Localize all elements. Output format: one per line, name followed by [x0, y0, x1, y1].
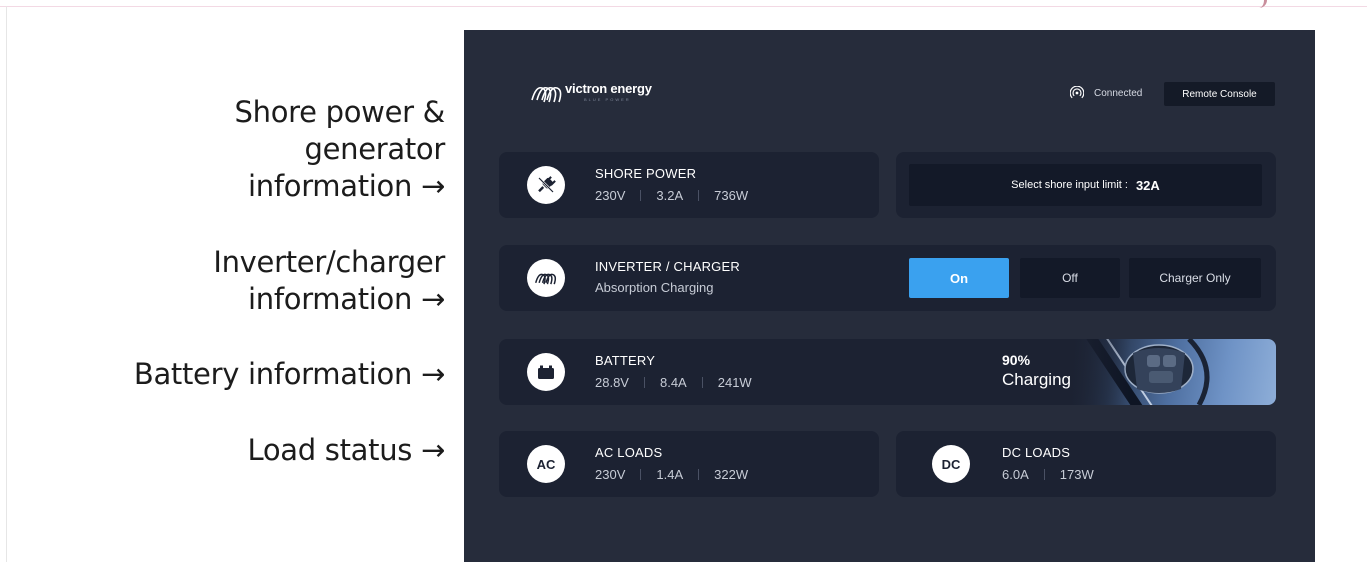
battery-title: BATTERY — [595, 353, 656, 368]
connection-label: Connected — [1094, 87, 1143, 99]
ac-power: 322W — [714, 467, 749, 482]
battery-icon — [527, 353, 565, 391]
page-left-border — [6, 6, 7, 562]
dc-current: 6.0A — [1002, 467, 1029, 482]
divider — [698, 469, 700, 480]
ac-loads-card[interactable]: AC AC LOADS 230V 1.4A 322W — [499, 431, 879, 497]
shore-power-card[interactable]: SHORE POWER 230V 3.2A 736W — [499, 152, 879, 218]
divider — [640, 469, 642, 480]
ac-loads-readings: 230V 1.4A 322W — [595, 467, 748, 482]
remote-console-button[interactable]: Remote Console — [1164, 82, 1275, 106]
dc-loads-title: DC LOADS — [1002, 445, 1071, 460]
annotation-inverter: Inverter/charger information → — [213, 244, 445, 318]
mode-on-button[interactable]: On — [909, 258, 1009, 298]
inverter-title: INVERTER / CHARGER — [595, 259, 740, 274]
divider — [643, 377, 645, 388]
divider — [701, 377, 703, 388]
shore-voltage: 230V — [595, 188, 626, 203]
ac-icon-label: AC — [536, 456, 556, 472]
divider — [640, 190, 642, 201]
shore-power-title: SHORE POWER — [595, 166, 697, 181]
ac-icon: AC — [527, 445, 565, 483]
connection-status: Connected — [1070, 86, 1142, 100]
annotation-load-status: Load status → — [247, 432, 445, 469]
signal-icon — [1070, 86, 1084, 99]
battery-current: 8.4A — [659, 375, 687, 390]
annotation-line: Battery information → — [133, 357, 445, 391]
dc-loads-readings: 6.0A 173W — [1002, 467, 1094, 482]
logo-text: victron energy — [565, 81, 652, 96]
dashboard-panel: victron energy BLUE POWER Connected Remo… — [464, 30, 1315, 562]
shore-input-limit-selector[interactable]: Select shore input limit : 32A — [909, 164, 1262, 206]
dc-icon-label: DC — [941, 456, 961, 472]
shore-power-readings: 230V 3.2A 736W — [595, 188, 748, 203]
page-top-border — [0, 6, 1367, 7]
annotation-line: information → — [248, 169, 445, 203]
dc-icon: DC — [932, 445, 970, 483]
battery-power: 241W — [717, 375, 752, 390]
annotation-line: information → — [248, 282, 445, 316]
victron-mark-icon — [527, 259, 565, 297]
inverter-state: Absorption Charging — [595, 280, 714, 295]
victron-logo-icon — [531, 86, 562, 103]
ac-voltage: 230V — [595, 467, 626, 482]
ac-current: 1.4A — [656, 467, 684, 482]
annotation-line: Shore power & — [234, 95, 446, 129]
battery-voltage: 28.8V — [595, 375, 629, 390]
dc-loads-card[interactable]: DC DC LOADS 6.0A 173W — [896, 431, 1276, 497]
shore-power-watts: 736W — [714, 188, 749, 203]
boat-background-image — [1069, 339, 1276, 405]
divider — [1043, 469, 1045, 480]
annotation-shore-power: Shore power & generator information → — [234, 94, 446, 205]
mode-charger-only-button[interactable]: Charger Only — [1129, 258, 1261, 298]
shore-limit-label: Select shore input limit : — [1011, 179, 1128, 191]
annotation-battery: Battery information → — [134, 356, 445, 393]
annotation-line: Inverter/charger — [213, 245, 445, 279]
shore-limit-value: 32A — [1135, 177, 1160, 193]
ac-loads-title: AC LOADS — [595, 445, 663, 460]
dc-power: 173W — [1059, 467, 1094, 482]
annotation-line: generator — [304, 132, 445, 166]
shore-current: 3.2A — [656, 188, 684, 203]
victron-logo: victron energy BLUE POWER — [528, 80, 652, 106]
battery-state: Charging — [1002, 370, 1071, 389]
annotation-line: Load status → — [247, 433, 445, 467]
battery-readings: 28.8V 8.4A 241W — [595, 375, 752, 390]
mode-off-button[interactable]: Off — [1020, 258, 1120, 298]
divider — [698, 190, 700, 201]
logo-subtitle: BLUE POWER — [584, 97, 631, 102]
plug-icon — [527, 166, 565, 204]
battery-soc: 90% — [1002, 352, 1031, 368]
